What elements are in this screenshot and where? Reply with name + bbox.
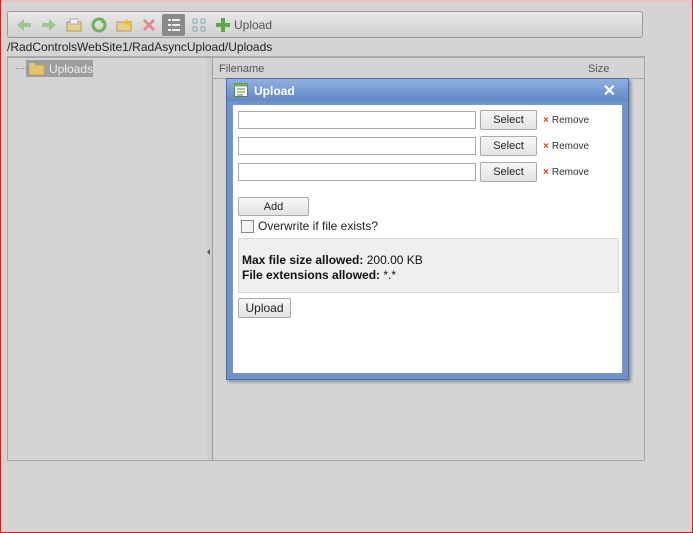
dialog-body: Select × Remove Select × Remove Select ×… bbox=[232, 104, 623, 374]
overwrite-checkbox[interactable] bbox=[241, 219, 254, 233]
remove-label: Remove bbox=[551, 140, 590, 152]
refresh-icon bbox=[91, 17, 106, 32]
file-row: Select × Remove bbox=[238, 110, 589, 130]
refresh-button[interactable] bbox=[87, 14, 110, 36]
toolbar-upload-button[interactable]: Upload bbox=[216, 17, 273, 32]
address-bar[interactable]: /RadControlsWebSite1/RadAsyncUpload/Uplo… bbox=[7, 39, 645, 57]
grid-header: Filename Size bbox=[213, 58, 644, 79]
folder-icon bbox=[29, 62, 45, 75]
upload-info-box: Max file size allowed: 200.00 KB File ex… bbox=[238, 238, 619, 293]
dialog-title: Upload bbox=[254, 84, 295, 98]
remove-x-icon: × bbox=[543, 166, 549, 178]
upload-dialog: Upload ✕ Select × Remove Select × Remove… bbox=[226, 78, 629, 380]
folder-tree: Uploads bbox=[8, 58, 208, 460]
remove-button[interactable]: × Remove bbox=[543, 141, 589, 152]
details-view-button[interactable] bbox=[162, 13, 185, 36]
remove-button[interactable]: × Remove bbox=[543, 115, 589, 126]
column-size[interactable]: Size bbox=[588, 58, 609, 80]
thumbnail-view-button[interactable] bbox=[187, 14, 210, 36]
new-folder-icon bbox=[116, 17, 131, 31]
dialog-title-bar[interactable]: Upload ✕ bbox=[227, 79, 628, 101]
tree-node-label: Uploads bbox=[48, 61, 93, 76]
plus-icon bbox=[216, 17, 230, 32]
toolbar-upload-label: Upload bbox=[234, 17, 273, 32]
window-top-border bbox=[0, 0, 693, 2]
toolbar: Upload bbox=[7, 11, 643, 38]
window-left-border bbox=[0, 0, 1, 533]
file-input[interactable] bbox=[238, 111, 476, 129]
forward-button[interactable] bbox=[37, 14, 60, 36]
select-button[interactable]: Select bbox=[480, 136, 537, 156]
extensions-value: *.* bbox=[383, 268, 397, 282]
upload-button[interactable]: Upload bbox=[238, 298, 291, 318]
column-filename[interactable]: Filename bbox=[219, 58, 264, 80]
new-folder-button[interactable] bbox=[112, 14, 135, 36]
file-row: Select × Remove bbox=[238, 136, 589, 156]
remove-x-icon: × bbox=[543, 140, 549, 152]
max-size-label: Max file size allowed: bbox=[242, 253, 364, 267]
remove-label: Remove bbox=[551, 166, 590, 178]
delete-button[interactable] bbox=[137, 14, 160, 36]
back-arrow-icon bbox=[16, 18, 31, 31]
details-view-icon bbox=[167, 18, 180, 31]
select-button[interactable]: Select bbox=[480, 110, 537, 130]
file-row: Select × Remove bbox=[238, 162, 589, 182]
collapse-arrow-icon[interactable] bbox=[207, 249, 210, 255]
overwrite-label: Overwrite if file exists? bbox=[258, 219, 379, 233]
remove-button[interactable]: × Remove bbox=[543, 167, 589, 178]
open-button[interactable] bbox=[62, 14, 85, 36]
delete-icon bbox=[142, 18, 155, 31]
file-input[interactable] bbox=[238, 163, 476, 181]
remove-label: Remove bbox=[551, 114, 590, 126]
add-button[interactable]: Add bbox=[238, 197, 309, 216]
thumbnail-view-icon bbox=[192, 18, 205, 31]
open-folder-icon bbox=[66, 18, 81, 31]
file-input[interactable] bbox=[238, 137, 476, 155]
forward-arrow-icon bbox=[41, 18, 56, 31]
overwrite-option[interactable]: Overwrite if file exists? bbox=[241, 219, 378, 233]
select-button[interactable]: Select bbox=[480, 162, 537, 182]
extensions-label: File extensions allowed: bbox=[242, 268, 381, 282]
remove-x-icon: × bbox=[543, 114, 549, 126]
tree-node-uploads[interactable]: Uploads bbox=[26, 60, 93, 77]
max-size-info: Max file size allowed: 200.00 KB bbox=[242, 253, 423, 267]
extensions-info: File extensions allowed: *.* bbox=[242, 268, 396, 282]
max-size-value: 200.00 KB bbox=[366, 253, 423, 267]
back-button[interactable] bbox=[12, 14, 35, 36]
upload-window-icon bbox=[234, 83, 248, 97]
close-icon[interactable]: ✕ bbox=[603, 81, 616, 101]
